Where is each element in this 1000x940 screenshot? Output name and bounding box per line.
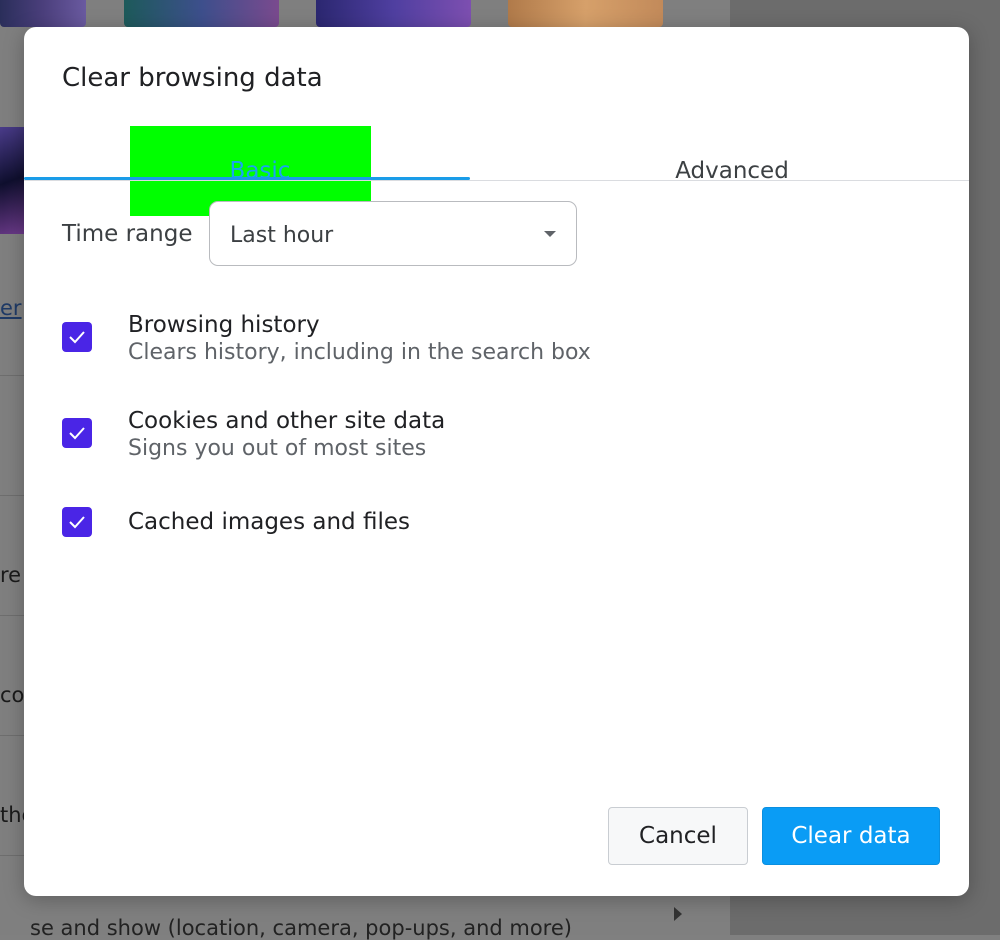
- dialog-title: Clear browsing data: [62, 63, 323, 93]
- checkmark-icon: [69, 516, 85, 529]
- tab-bar: Basic Advanced: [24, 126, 969, 216]
- divider: [24, 180, 969, 181]
- tab-advanced[interactable]: Advanced: [496, 126, 968, 208]
- chevron-right-icon[interactable]: [674, 907, 682, 921]
- option-title: Cookies and other site data: [128, 408, 446, 434]
- background-thumbnail: [508, 0, 663, 27]
- option-subtitle: Signs you out of most sites: [128, 436, 427, 461]
- background-link[interactable]: er: [0, 296, 22, 320]
- clear-browsing-data-dialog: Clear browsing data Basic Advanced Time …: [24, 27, 969, 896]
- cancel-button[interactable]: Cancel: [608, 807, 748, 865]
- time-range-select[interactable]: Last hour: [209, 201, 577, 266]
- checkmark-icon: [69, 331, 85, 344]
- checkmark-icon: [69, 427, 85, 440]
- option-subtitle: Clears history, including in the search …: [128, 340, 591, 365]
- background-image: [0, 127, 24, 234]
- cached-files-checkbox[interactable]: [62, 507, 92, 537]
- cookies-checkbox[interactable]: [62, 418, 92, 448]
- background-thumbnail: [124, 0, 279, 27]
- time-range-value: Last hour: [230, 223, 334, 248]
- time-range-label: Time range: [62, 221, 193, 247]
- background-row-text: re: [0, 563, 22, 587]
- dropdown-caret-icon: [544, 231, 556, 237]
- clear-data-button[interactable]: Clear data: [762, 807, 940, 865]
- background-thumbnail: [0, 0, 86, 27]
- background-row-text: se and show (location, camera, pop-ups, …: [30, 916, 572, 940]
- browsing-history-checkbox[interactable]: [62, 322, 92, 352]
- option-title: Browsing history: [128, 312, 320, 338]
- background-thumbnail: [316, 0, 471, 27]
- tab-basic[interactable]: Basic: [24, 126, 496, 216]
- option-title: Cached images and files: [128, 509, 410, 535]
- background-row-text: co: [0, 683, 25, 707]
